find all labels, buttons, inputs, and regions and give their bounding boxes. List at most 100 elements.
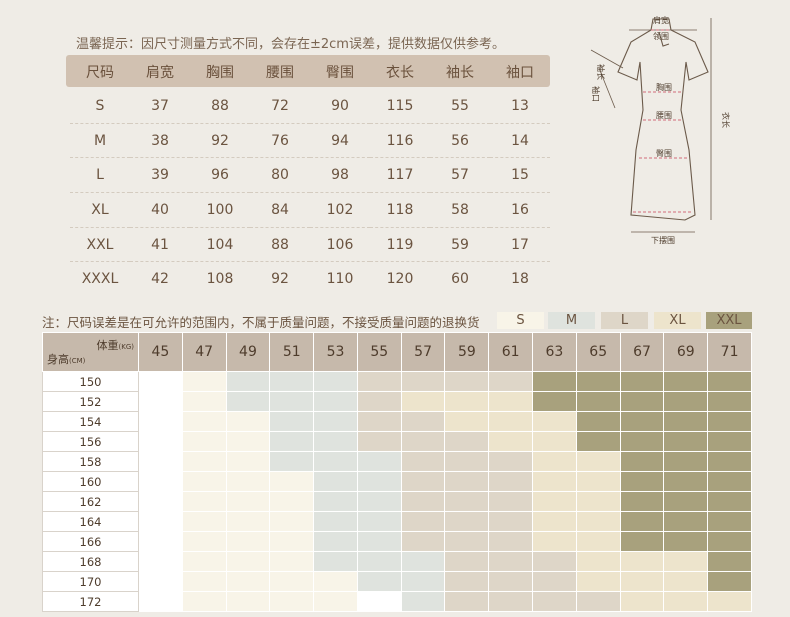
shoulder-label: 肩宽 [653,15,669,25]
legend-size-m: M [548,312,595,329]
size-table-row: S 37 88 72 90 115 55 13 [70,89,550,124]
weight-header-cell: 53 [313,332,358,372]
size-grid-cell [488,491,534,512]
size-grid-cell [181,491,227,512]
size-table-cell: XXL [70,227,130,263]
size-grid-cell [707,531,752,552]
size-grid-cell [663,491,709,512]
size-grid-cell [663,531,709,552]
size-table-cell: 17 [490,227,550,263]
size-grid-cell [313,391,358,412]
size-grid-cell [313,471,358,492]
size-grid-cell [707,411,752,432]
height-header-cell: 166 [42,531,139,552]
size-grid-cell [400,531,446,552]
size-grid-cell [225,511,271,532]
size-table-cell: 37 [130,89,190,124]
size-table-cell: 106 [310,227,370,263]
length-label: 衣长 [721,112,731,128]
size-grid-cell [225,371,271,392]
weight-axis-label: 体重(KG) [96,339,134,352]
size-grid-cell [532,391,577,412]
size-grid-cell [532,571,577,592]
height-axis-label: 身高(CM) [47,353,86,366]
size-grid-cell [707,571,752,592]
size-grid-cell [356,431,402,452]
size-table-cell: 76 [250,123,310,159]
size-table-cell: 57 [430,157,490,194]
height-row: 156 [42,431,752,452]
size-table-cell: 92 [190,123,250,159]
size-grid-cell [356,471,402,492]
height-header-cell: 150 [42,371,139,392]
size-grid-cell [138,491,183,512]
size-grid-cell [532,511,577,532]
size-table-cell: 117 [370,157,430,194]
size-grid-cell [707,491,752,512]
size-grid-cell [269,531,315,552]
size-table-cell: S [70,89,130,124]
size-table-row: XXXL 42 108 92 110 120 60 18 [70,262,550,296]
height-header-cell: 170 [42,571,139,592]
size-grid-cell [269,451,315,472]
size-grid-cell [663,411,709,432]
size-grid-cell [313,531,358,552]
size-grid-cell [181,511,227,532]
height-header-cell: 172 [42,591,139,612]
size-table-cell: 72 [250,89,310,124]
size-grid-cell [707,431,752,452]
size-grid-cell [138,591,183,612]
size-table-cell: 13 [490,89,550,124]
grid-corner-cell: 体重(KG) 身高(CM) [42,332,139,372]
weight-header-cell: 47 [181,332,227,372]
size-grid-cell [663,431,709,452]
size-grid-cell [707,451,752,472]
size-grid-cell [400,411,446,432]
size-grid-cell [619,471,665,492]
size-grid-cell [400,431,446,452]
size-grid-cell [575,591,621,612]
size-grid-cell [181,531,227,552]
weight-header-row: 体重(KG) 身高(CM) 45 47 49 51 53 55 57 59 61 63 65 67 69… [42,332,752,372]
size-grid-cell [269,491,315,512]
size-grid-cell [444,491,490,512]
legend-size-xl: XL [654,312,701,329]
size-grid-cell [181,591,227,612]
size-grid-cell [488,591,534,612]
size-grid-cell [532,411,577,432]
size-grid-cell [619,371,665,392]
size-grid-cell [707,371,752,392]
size-grid-cell [225,591,271,612]
height-row: 162 [42,491,752,512]
size-grid-cell [488,411,534,432]
weight-header-cell: 57 [400,332,446,372]
size-grid-cell [138,431,183,452]
size-grid-cell [356,391,402,412]
size-grid-cell [356,371,402,392]
size-table-cell: M [70,123,130,159]
size-table-cell: 120 [386,271,414,288]
size-grid-cell [400,391,446,412]
size-grid-cell [619,511,665,532]
size-grid-cell [575,531,621,552]
size-grid-cell [444,591,490,612]
weight-header-cell: 65 [575,332,621,372]
size-grid-cell [313,591,358,612]
size-table-cell: 108 [206,271,234,288]
size-grid-cell [488,531,534,552]
size-grid-cell [138,511,183,532]
size-grid-cell [269,551,315,572]
size-grid-cell [575,411,621,432]
height-row: 160 [42,471,752,492]
size-grid-cell [181,411,227,432]
size-table-header-cell: 臀围 [326,65,354,81]
size-table-cell: 41 [130,227,190,263]
size-table-cell: 119 [370,227,430,263]
size-grid-cell [575,491,621,512]
waist-label: 腰围 [656,111,672,120]
size-grid-cell [532,371,577,392]
size-table-cell: 110 [326,271,354,288]
size-grid-cell [663,591,709,612]
size-grid-cell [663,391,709,412]
size-grid-cell [488,511,534,532]
